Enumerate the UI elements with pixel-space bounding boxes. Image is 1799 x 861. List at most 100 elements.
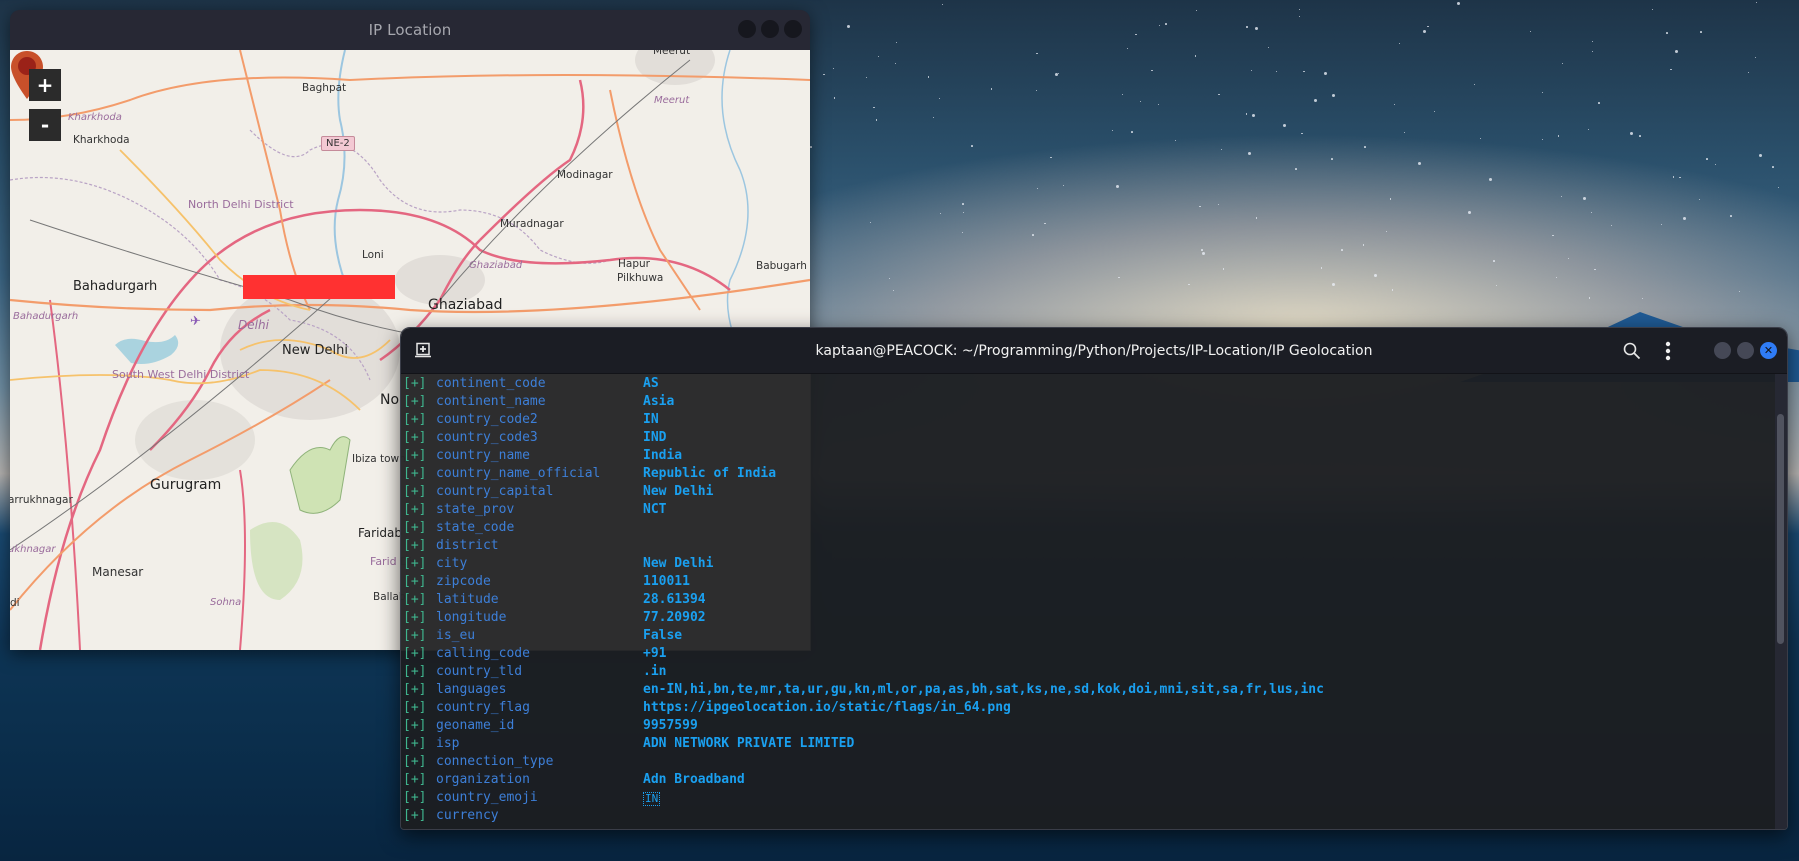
star — [1468, 211, 1472, 215]
star — [888, 277, 890, 279]
field-value: en-IN,hi,bn,te,mr,ta,ur,gu,kn,ml,or,pa,a… — [643, 682, 1324, 697]
field-value: 77.20902 — [643, 610, 706, 625]
line-prefix: [+] — [403, 448, 427, 463]
star — [866, 77, 868, 79]
star — [1320, 267, 1323, 269]
line-prefix: [+] — [403, 592, 427, 607]
line-prefix: [+] — [403, 628, 427, 643]
field-key: city — [436, 556, 468, 571]
star — [833, 68, 835, 69]
star — [1217, 204, 1219, 206]
map-label-gurugram: Gurugram — [150, 477, 222, 493]
star — [1362, 244, 1365, 246]
star — [1474, 84, 1476, 86]
lake — [115, 335, 179, 364]
star — [875, 119, 878, 121]
map-window-titlebar[interactable]: IP Location — [10, 10, 810, 50]
star — [1389, 198, 1392, 200]
star — [1303, 70, 1305, 73]
field-value: India — [643, 448, 683, 463]
terminal-line: [+] continent_name Asia — [403, 393, 674, 411]
map-label-farrukhnagar-italic: ukhnagar — [10, 544, 56, 555]
map-label-hapur: Hapur — [618, 258, 650, 270]
star — [1202, 252, 1205, 256]
scrollbar-thumb[interactable] — [1777, 414, 1784, 644]
terminal-line: [+] languages en-IN,hi,bn,te,mr,ta,ur,gu,k… — [403, 681, 1324, 699]
map-label-pilkhuwa: Pilkhuwa — [617, 272, 664, 284]
terminal-line: [+] state_code — [403, 519, 514, 537]
terminal-output[interactable]: [+] continent_code AS [+] continent_name Asia… — [401, 374, 1787, 829]
scrollbar[interactable] — [1775, 374, 1787, 829]
star — [1591, 40, 1594, 43]
field-value: Asia — [643, 394, 675, 409]
star — [1044, 222, 1046, 225]
zoom-out-button[interactable]: - — [29, 109, 61, 141]
field-key: country_code2 — [436, 412, 538, 427]
map-label-kharkhoda-italic: Kharkhoda — [68, 112, 122, 123]
map-label-babugarh: Babugarh — [756, 260, 807, 272]
star — [1738, 290, 1741, 293]
map-label-south-west-delhi-district: South West Delhi District — [112, 368, 250, 381]
park — [289, 436, 351, 514]
terminal-line: [+] country_code2 IN — [403, 411, 659, 429]
star — [1651, 8, 1654, 11]
field-key: continent_name — [436, 394, 546, 409]
new-tab-icon[interactable] — [415, 342, 431, 358]
star — [1062, 184, 1065, 187]
field-key: longitude — [436, 610, 507, 625]
star — [1282, 124, 1286, 128]
field-value: .in — [643, 664, 667, 679]
star — [938, 97, 940, 99]
close-button[interactable] — [784, 20, 802, 38]
terminal-line: [+] country_name India — [403, 447, 682, 465]
line-prefix: [+] — [403, 772, 427, 787]
star — [1557, 135, 1560, 137]
star — [1682, 216, 1686, 220]
field-key: geoname_id — [436, 718, 515, 733]
star — [1255, 217, 1258, 219]
star — [1218, 93, 1220, 96]
search-icon[interactable] — [1623, 342, 1641, 360]
map-label-bahadurgarh-italic: Bahadurgarh — [13, 311, 79, 322]
star — [1630, 132, 1634, 136]
field-key: is_eu — [436, 628, 476, 643]
close-icon: ✕ — [1763, 344, 1774, 357]
map-label-loni: Loni — [362, 249, 384, 261]
close-button[interactable]: ✕ — [1760, 342, 1777, 359]
star — [932, 117, 934, 119]
zoom-in-button[interactable]: + — [29, 69, 61, 101]
menu-kebab-icon[interactable] — [1664, 341, 1672, 361]
star — [1373, 274, 1377, 278]
star — [1323, 71, 1327, 75]
map-label-faridabad: Faridab — [358, 526, 403, 540]
star — [1246, 25, 1248, 28]
maximize-button[interactable] — [761, 20, 779, 38]
star — [962, 203, 964, 205]
star — [1131, 131, 1133, 133]
line-prefix: [+] — [403, 484, 427, 499]
star — [1195, 9, 1197, 11]
star — [892, 289, 894, 291]
boundary — [249, 129, 611, 264]
field-value: 110011 — [643, 574, 690, 589]
star — [810, 146, 812, 148]
field-key: country_flag — [436, 700, 530, 715]
field-value: +91 — [643, 646, 667, 661]
field-key: country_code3 — [436, 430, 538, 445]
line-prefix: [+] — [403, 556, 427, 571]
star — [1301, 132, 1303, 135]
star — [833, 97, 836, 99]
minimize-button[interactable] — [738, 20, 756, 38]
map-label-ghaziabad: Ghaziabad — [428, 297, 503, 313]
line-prefix: [+] — [403, 646, 427, 661]
terminal-titlebar[interactable]: kaptaan@PEACOCK: ~/Programming/Python/Pr… — [401, 328, 1787, 374]
star — [1639, 135, 1641, 137]
field-key: continent_code — [436, 376, 546, 391]
star — [1592, 51, 1594, 52]
maximize-button[interactable] — [1737, 342, 1754, 359]
minimize-button[interactable] — [1714, 342, 1731, 359]
star — [1057, 72, 1060, 75]
star — [1417, 162, 1421, 166]
star — [1541, 139, 1543, 141]
star — [1036, 90, 1038, 92]
